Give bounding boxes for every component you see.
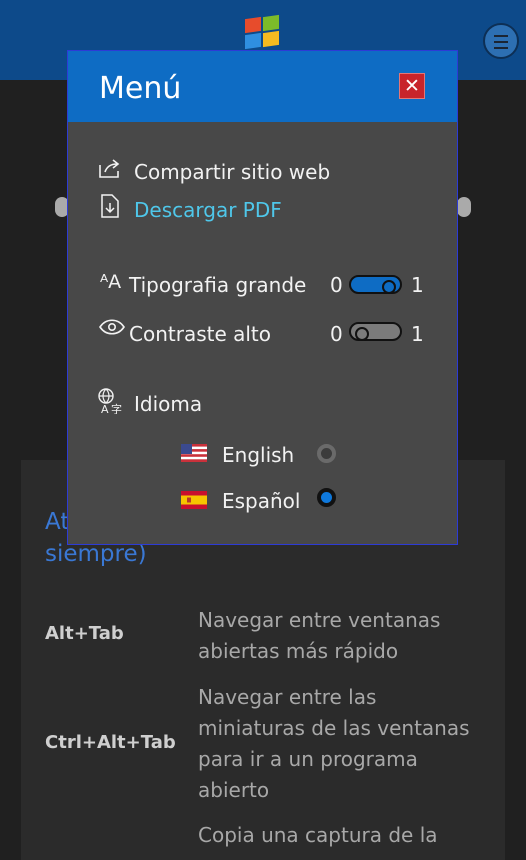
high-contrast-on-label: 1 [411, 322, 424, 346]
high-contrast-toggle[interactable] [349, 322, 402, 341]
font-size-icon: ᴬA [100, 271, 122, 293]
shortcut-row: Ctrl+Alt+Tab Navegar entre las miniatura… [45, 682, 485, 812]
close-button[interactable]: ✕ [399, 73, 425, 99]
shortcut-row: Copia una captura de la [45, 820, 485, 860]
svg-text:A: A [101, 403, 109, 414]
shortcut-description: Navegar entre las miniaturas de las vent… [198, 685, 470, 802]
download-pdf-link[interactable]: Descargar PDF [134, 198, 282, 222]
large-font-label: Tipografia grande [129, 273, 307, 297]
language-option-english-label: English [222, 443, 295, 467]
large-font-toggle[interactable] [349, 275, 402, 294]
spain-flag-icon [181, 491, 207, 509]
language-option-english-radio[interactable] [317, 444, 336, 463]
language-icon: A字 [98, 388, 124, 419]
shortcut-keys: Ctrl+Alt+Tab [45, 732, 176, 753]
menu-dialog: Menú ✕ Compartir sitio web Descargar PDF… [67, 50, 458, 545]
menu-title: Menú [99, 71, 182, 106]
hamburger-menu-button[interactable] [483, 23, 519, 59]
language-option-spanish-radio[interactable] [317, 488, 336, 507]
windows-logo-icon [245, 14, 281, 50]
high-contrast-label: Contraste alto [129, 322, 272, 346]
us-flag-icon [181, 444, 207, 462]
share-icon [98, 157, 122, 184]
download-pdf-icon [100, 194, 120, 223]
language-label: Idioma [134, 392, 203, 416]
large-font-off-label: 0 [330, 273, 343, 297]
toggle-knob [382, 280, 396, 294]
large-font-on-label: 1 [411, 273, 424, 297]
svg-text:字: 字 [111, 402, 122, 414]
share-website-link[interactable]: Compartir sitio web [134, 160, 330, 184]
eye-icon [99, 319, 125, 340]
shortcut-description: Navegar entre ventanas abiertas más rápi… [198, 608, 441, 663]
high-contrast-off-label: 0 [330, 322, 343, 346]
language-option-spanish-label: Español [222, 489, 301, 513]
menu-header: Menú ✕ [68, 51, 457, 122]
toggle-knob [355, 327, 369, 341]
shortcut-row: Alt+Tab Navegar entre ventanas abiertas … [45, 605, 485, 675]
shortcut-keys: Alt+Tab [45, 623, 124, 644]
decorative-dot [457, 197, 471, 217]
